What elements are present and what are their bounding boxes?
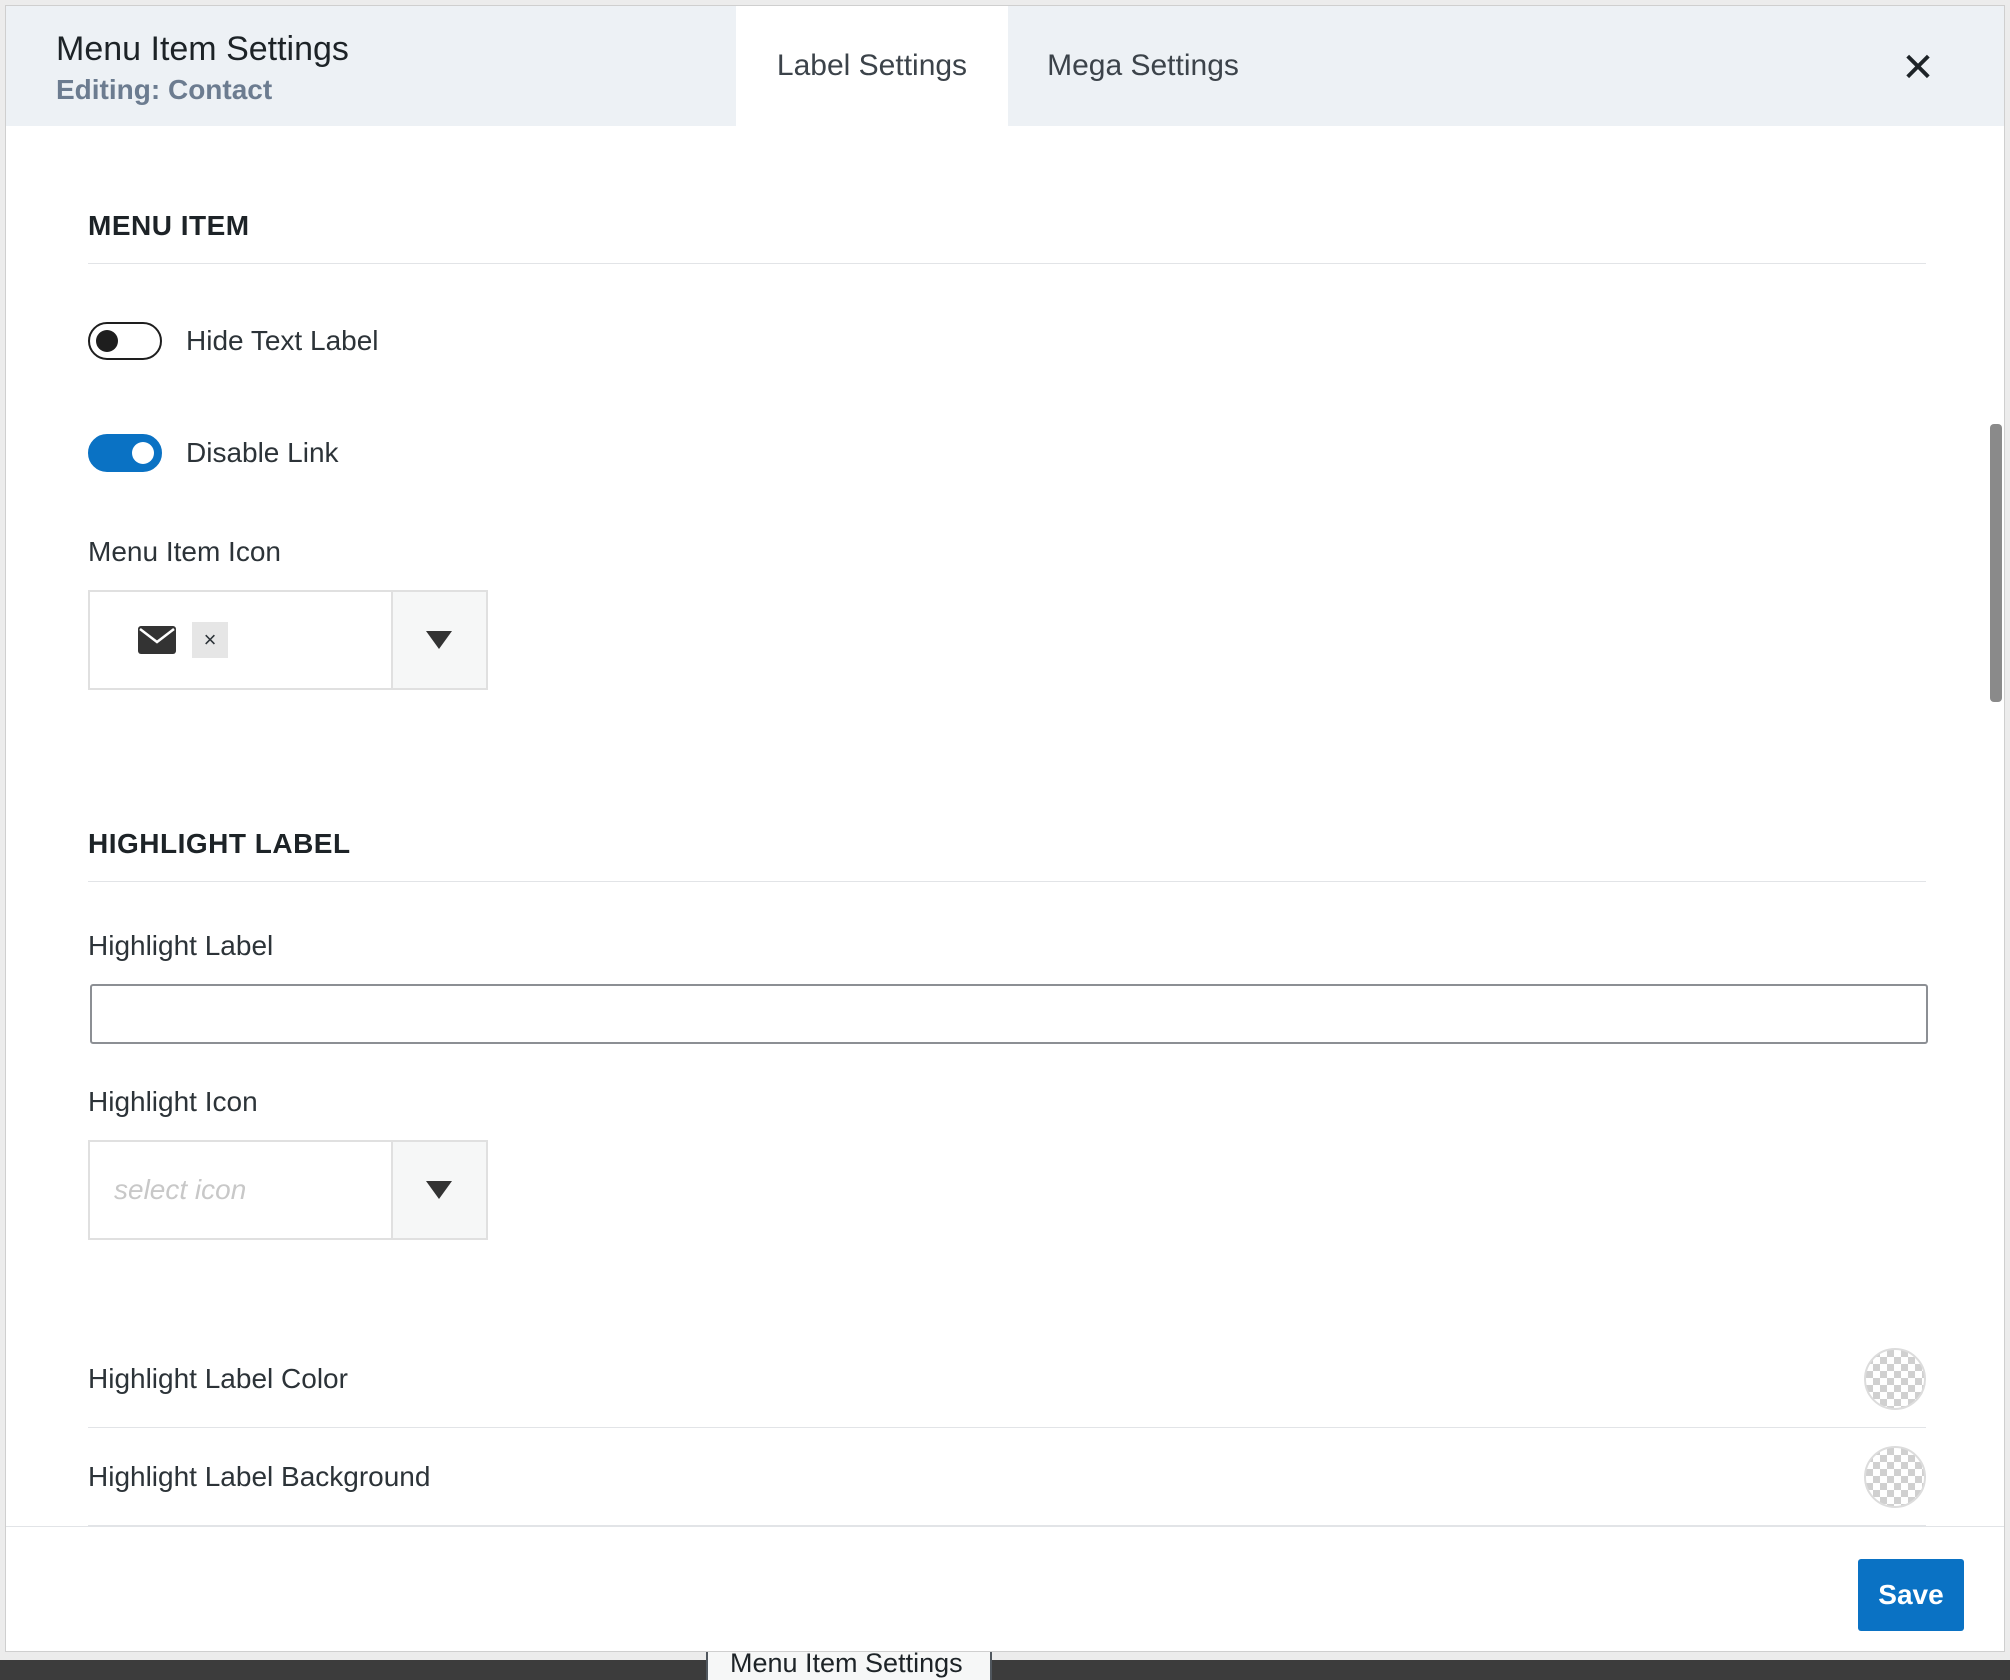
hide-text-label-label: Hide Text Label bbox=[186, 325, 379, 356]
hide-text-label-toggle[interactable] bbox=[88, 322, 162, 360]
toggle-knob bbox=[132, 442, 154, 464]
menu-item-icon-dropdown-toggle[interactable] bbox=[390, 592, 486, 688]
highlight-label-color-swatch[interactable] bbox=[1864, 1347, 1926, 1410]
disable-link-label: Disable Link bbox=[186, 437, 339, 468]
highlight-icon-select[interactable]: select icon bbox=[88, 1140, 488, 1240]
chevron-down-icon bbox=[426, 631, 453, 649]
highlight-label-background-row: Highlight Label Background bbox=[88, 1428, 1926, 1526]
tab-mega-settings[interactable]: Mega Settings bbox=[1008, 6, 1278, 126]
disable-link-toggle[interactable] bbox=[88, 434, 162, 472]
modal-title: Menu Item Settings bbox=[56, 30, 349, 68]
highlight-label-input[interactable] bbox=[90, 984, 1928, 1044]
highlight-label-color-row: Highlight Label Color bbox=[88, 1330, 1926, 1428]
highlight-label-color-label: Highlight Label Color bbox=[88, 1362, 348, 1394]
close-icon[interactable]: ✕ bbox=[1898, 48, 1938, 88]
highlight-icon-placeholder: select icon bbox=[114, 1174, 247, 1205]
save-button[interactable]: Save bbox=[1858, 1559, 1964, 1631]
menu-item-settings-modal: Menu Item Settings Editing: Contact Labe… bbox=[6, 6, 2004, 1651]
highlight-label-label: Highlight Label bbox=[88, 930, 274, 961]
highlight-label-background-swatch[interactable] bbox=[1864, 1445, 1926, 1508]
section-divider bbox=[88, 881, 1926, 882]
hide-text-label-row: Hide Text Label bbox=[88, 322, 379, 360]
highlight-icon-dropdown-toggle[interactable] bbox=[390, 1142, 486, 1238]
modal-subtitle: Editing: Contact bbox=[56, 74, 273, 105]
menu-item-section-title: MENU ITEM bbox=[88, 210, 250, 241]
highlight-icon-value-area: select icon bbox=[90, 1142, 391, 1238]
disable-link-row: Disable Link bbox=[88, 434, 339, 472]
chevron-down-icon bbox=[426, 1181, 453, 1199]
modal-content: MENU ITEM Hide Text Label Disable Link M… bbox=[6, 126, 2004, 1526]
section-divider bbox=[88, 263, 1926, 264]
highlight-label-section-title: HIGHLIGHT LABEL bbox=[88, 828, 351, 859]
tab-label-settings[interactable]: Label Settings bbox=[736, 6, 1008, 126]
highlight-icon-label: Highlight Icon bbox=[88, 1086, 258, 1117]
menu-item-icon-select[interactable]: × bbox=[88, 590, 488, 690]
envelope-icon bbox=[138, 626, 176, 654]
selected-icon-area: × bbox=[90, 592, 391, 688]
toggle-knob bbox=[96, 330, 118, 352]
highlight-label-background-label: Highlight Label Background bbox=[88, 1460, 431, 1492]
remove-icon-button[interactable]: × bbox=[192, 622, 228, 658]
modal-footer: Save bbox=[6, 1526, 2004, 1651]
menu-item-icon-label: Menu Item Icon bbox=[88, 536, 281, 567]
modal-scrollbar[interactable] bbox=[1990, 424, 2002, 702]
modal-header: Menu Item Settings Editing: Contact Labe… bbox=[6, 6, 2004, 126]
